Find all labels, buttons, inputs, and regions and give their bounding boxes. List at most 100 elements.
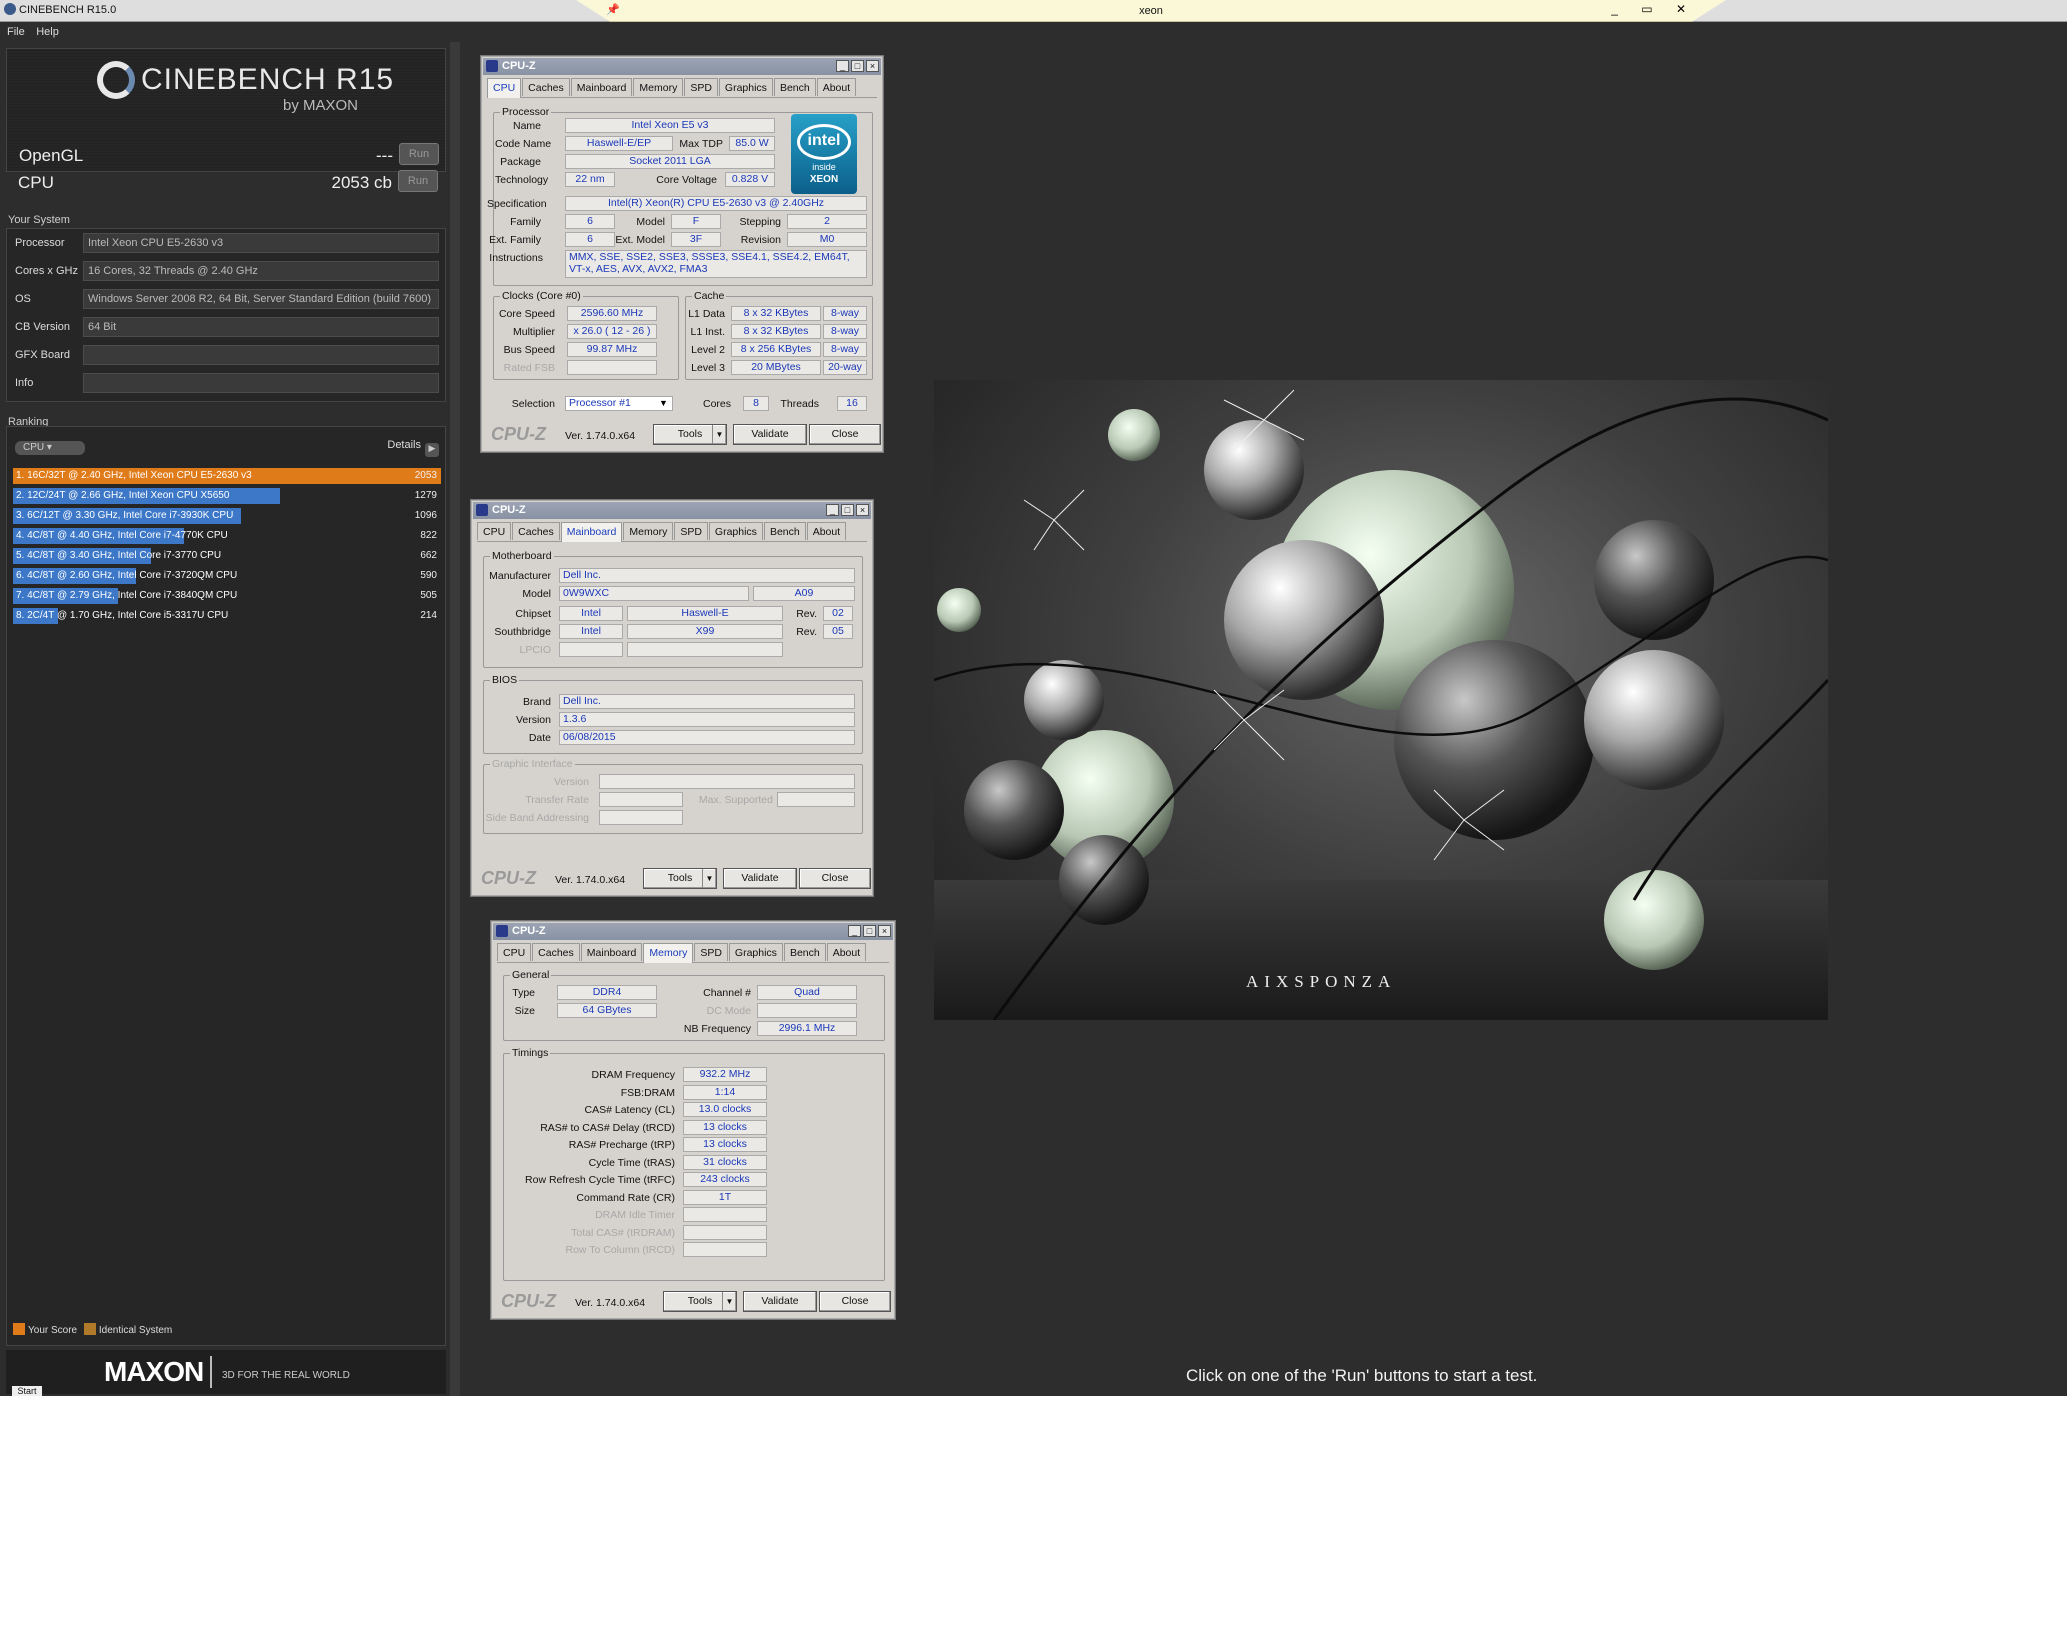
details-button[interactable]: Details ▶ (387, 439, 439, 457)
tools-button[interactable]: Tools ▼ (663, 1291, 737, 1312)
ranking-row[interactable]: 5. 4C/8T @ 3.40 GHz, Intel Core i7-3770 … (13, 547, 441, 565)
panel-splitter[interactable] (450, 42, 460, 1396)
tab-bench[interactable]: Bench (783, 943, 826, 961)
app-title-text: CINEBENCH R15.0 (19, 4, 117, 16)
ranking-label: 1. 16C/32T @ 2.40 GHz, Intel Xeon CPU E5… (16, 470, 252, 481)
tab-graphics[interactable]: Graphics (708, 522, 763, 540)
ranking-row[interactable]: 7. 4C/8T @ 2.79 GHz, Intel Core i7-3840Q… (13, 587, 441, 605)
l1i-field: 8 x 32 KBytes (731, 324, 821, 339)
maximize-icon[interactable]: □ (863, 925, 876, 937)
system-value: Intel Xeon CPU E5-2630 v3 (83, 233, 439, 253)
tab-mainboard[interactable]: Mainboard (570, 78, 633, 96)
chevron-down-icon[interactable]: ▼ (659, 398, 668, 408)
l2-way-field: 8-way (823, 342, 867, 357)
start-button[interactable]: Start (12, 1386, 42, 1396)
render-sphere (1108, 409, 1160, 461)
ranking-row[interactable]: 8. 2C/4T @ 1.70 GHz, Intel Core i5-3317U… (13, 607, 441, 625)
tab-spd[interactable]: SPD (694, 943, 728, 961)
cache-group-title: Cache (692, 290, 727, 302)
ranking-label: 2. 12C/24T @ 2.66 GHz, Intel Xeon CPU X5… (16, 490, 230, 501)
tab-about[interactable]: About (806, 522, 847, 540)
cpuz-tabs: CPU Caches Mainboard Memory SPD Graphics Bench… (487, 78, 877, 98)
menu-help[interactable]: Help (36, 26, 59, 38)
chevron-right-icon: ▶ (425, 443, 439, 457)
validate-button[interactable]: Validate (743, 1291, 817, 1312)
tools-label: Tools (677, 428, 703, 440)
close-button[interactable]: Close (809, 424, 881, 445)
tab-bench[interactable]: Bench (773, 78, 816, 96)
ranking-row[interactable]: 2. 12C/24T @ 2.66 GHz, Intel Xeon CPU X5… (13, 487, 441, 505)
cpu-test-row: CPU 2053 cb Run (12, 168, 444, 196)
minimize-icon[interactable]: _ (848, 925, 861, 937)
tab-mainboard[interactable]: Mainboard (580, 943, 643, 961)
ranking-row[interactable]: 3. 6C/12T @ 3.30 GHz, Intel Core i7-3930… (13, 507, 441, 525)
close-icon[interactable]: × (866, 60, 879, 72)
tab-cpu[interactable]: CPU (497, 943, 532, 961)
tab-caches[interactable]: Caches (512, 522, 560, 540)
close-button[interactable]: Close (799, 868, 871, 889)
tab-graphics[interactable]: Graphics (718, 78, 773, 96)
tab-graphics[interactable]: Graphics (728, 943, 783, 961)
system-value[interactable] (83, 373, 439, 393)
menu-file[interactable]: File (7, 26, 25, 38)
tools-button[interactable]: Tools ▼ (653, 424, 727, 445)
ranking-row[interactable]: 1. 16C/32T @ 2.40 GHz, Intel Xeon CPU E5… (13, 467, 441, 485)
model-field: 0W9WXC (559, 586, 749, 601)
tab-about[interactable]: About (816, 78, 857, 96)
tab-cpu[interactable]: CPU (487, 78, 522, 98)
tab-bench[interactable]: Bench (763, 522, 806, 540)
extfamily-field: 6 (565, 232, 615, 247)
system-value[interactable] (83, 345, 439, 365)
close-icon[interactable]: × (878, 925, 891, 937)
tab-about[interactable]: About (826, 943, 867, 961)
system-value: Windows Server 2008 R2, 64 Bit, Server S… (83, 289, 439, 309)
tab-cpu[interactable]: CPU (477, 522, 512, 540)
tab-caches[interactable]: Caches (522, 78, 570, 96)
opengl-run-button[interactable]: Run (399, 143, 439, 165)
model-rev-field: A09 (753, 586, 855, 601)
lpcio-label: LPCIO (519, 644, 551, 656)
selection-label: Selection (511, 398, 555, 410)
cinebench-logo-by: by MAXON (283, 97, 359, 114)
validate-button[interactable]: Validate (733, 424, 807, 445)
maximize-icon[interactable]: □ (851, 60, 864, 72)
gi-transfer-label: Transfer Rate (525, 794, 589, 806)
intel-badge-inside: inside (812, 162, 836, 172)
cpuz-title: CPU-Z (492, 504, 526, 516)
minimize-icon[interactable]: _ (836, 60, 849, 72)
stepping-label: Stepping (739, 216, 781, 228)
tab-memory[interactable]: Memory (643, 943, 694, 963)
chevron-down-icon[interactable]: ▼ (722, 1292, 736, 1311)
remote-desktop-bar[interactable]: 📌 xeon _ ▭ ✕ (576, 0, 1726, 22)
system-row-gfx: GFX Board (11, 343, 443, 367)
tab-spd[interactable]: SPD (684, 78, 718, 96)
tab-memory[interactable]: Memory (623, 522, 674, 540)
ranking-score: 590 (420, 570, 437, 581)
cpu-run-button[interactable]: Run (398, 170, 438, 192)
selection-dropdown[interactable]: Processor #1 (565, 396, 673, 411)
ranking-row[interactable]: 4. 4C/8T @ 4.40 GHz, Intel Core i7-4770K… (13, 527, 441, 545)
tab-spd[interactable]: SPD (674, 522, 708, 540)
close-button[interactable]: Close (819, 1291, 891, 1312)
validate-button[interactable]: Validate (723, 868, 797, 889)
close-icon[interactable]: × (856, 504, 869, 516)
tab-mainboard[interactable]: Mainboard (560, 522, 623, 542)
tab-memory[interactable]: Memory (633, 78, 684, 96)
tools-button[interactable]: Tools ▼ (643, 868, 717, 889)
tab-caches[interactable]: Caches (532, 943, 580, 961)
remote-window-controls[interactable]: _ ▭ ✕ (1611, 2, 1696, 16)
maximize-icon[interactable]: □ (841, 504, 854, 516)
minimize-icon[interactable]: _ (826, 504, 839, 516)
ranking-filter-dropdown[interactable]: CPU ▾ (15, 441, 85, 455)
ranking-row[interactable]: 6. 4C/8T @ 2.60 GHz, Intel Core i7-3720Q… (13, 567, 441, 585)
timing-label: Cycle Time (tRAS) (588, 1156, 675, 1169)
cpuz-window-cpu: CPU-Z _ □ × CPU Caches Mainboard Memory SPD G… (480, 55, 884, 453)
ranking-label: 7. 4C/8T @ 2.79 GHz, Intel Core i7-3840Q… (16, 590, 238, 601)
cinebench-header-panel: CINEBENCH R15 by MAXON OpenGL --- Run (6, 48, 446, 172)
render-sphere (1604, 870, 1704, 970)
revision-label: Revision (740, 234, 781, 246)
chevron-down-icon[interactable]: ▼ (702, 869, 716, 888)
timing-value (683, 1242, 767, 1257)
timing-label: DRAM Frequency (591, 1069, 675, 1081)
chevron-down-icon[interactable]: ▼ (712, 425, 726, 444)
